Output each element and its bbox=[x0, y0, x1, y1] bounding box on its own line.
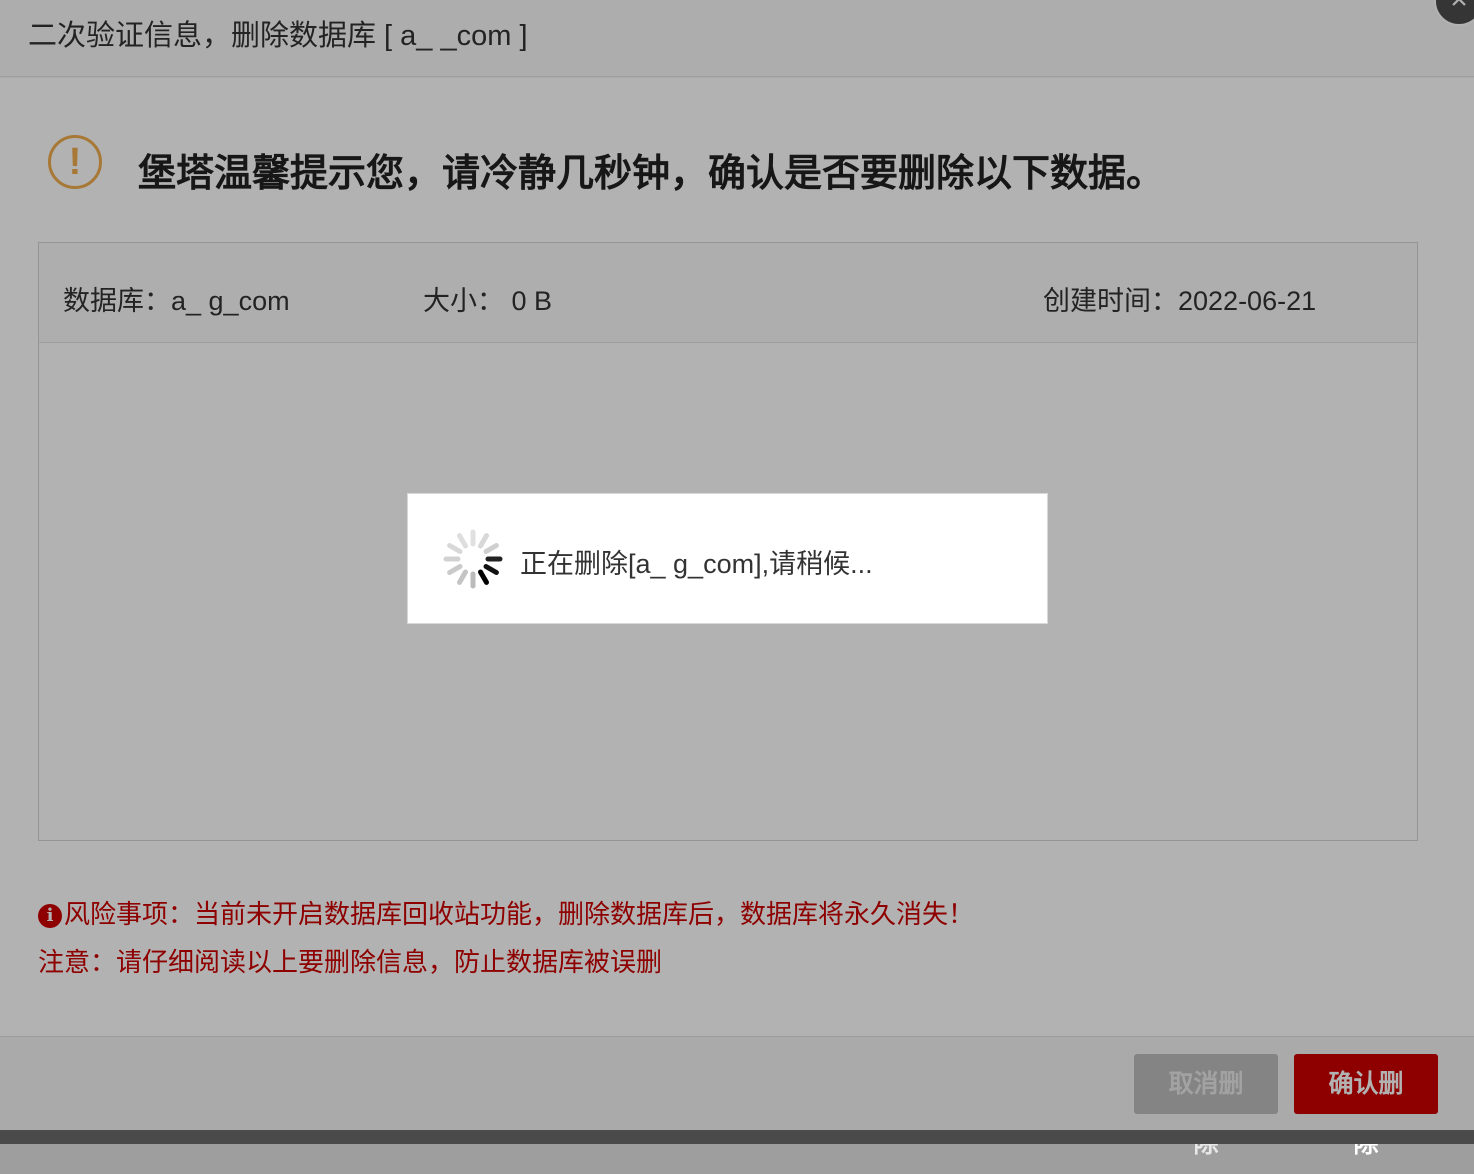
loading-message-box: 正在删除[a_ g_com],请稍候... bbox=[407, 493, 1048, 624]
loading-text: 正在删除[a_ g_com],请稍候... bbox=[520, 549, 873, 579]
loading-spinner-icon bbox=[443, 529, 503, 589]
loading-overlay: 正在删除[a_ g_com],请稍候... bbox=[0, 0, 1474, 1144]
